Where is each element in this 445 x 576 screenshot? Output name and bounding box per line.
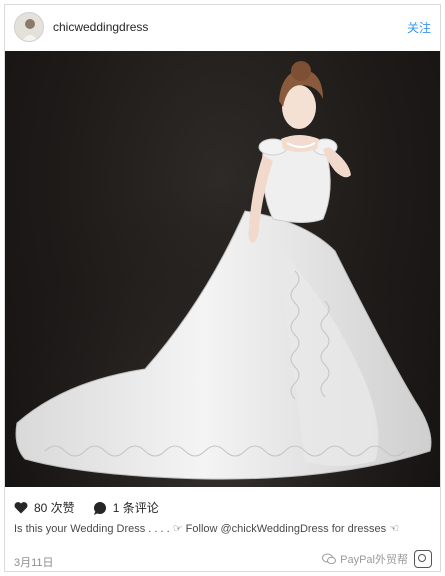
post-date: 3月11日 — [14, 557, 54, 569]
avatar[interactable] — [14, 12, 44, 42]
heart-icon — [14, 502, 28, 514]
comment-bubble-icon — [93, 501, 106, 515]
post-actions: 80 次赞 1 条评论 — [14, 499, 177, 516]
avatar-image — [15, 13, 43, 41]
post-photo[interactable] — [5, 51, 440, 487]
likes-count: 80 次赞 — [34, 501, 75, 515]
post-header: chicweddingdress 关注 — [5, 5, 440, 51]
comments-count: 1 条评论 — [112, 501, 159, 515]
post-card: chicweddingdress 关注 80 次赞 1 条评论 Is this … — [4, 4, 441, 572]
watermark-text: PayPal外贸帮 — [340, 554, 408, 566]
watermark: PayPal外贸帮 — [322, 550, 432, 568]
wedding-dress-photo — [5, 51, 440, 487]
comment-button[interactable]: 1 条评论 — [93, 499, 159, 516]
like-button[interactable]: 80 次赞 — [14, 499, 75, 516]
post-caption: Is this your Wedding Dress . . . . ☞ Fol… — [14, 523, 400, 535]
username[interactable]: chicweddingdress — [53, 20, 148, 34]
instagram-icon — [414, 550, 432, 568]
wechat-icon — [322, 553, 337, 565]
follow-button[interactable]: 关注 — [407, 19, 431, 36]
